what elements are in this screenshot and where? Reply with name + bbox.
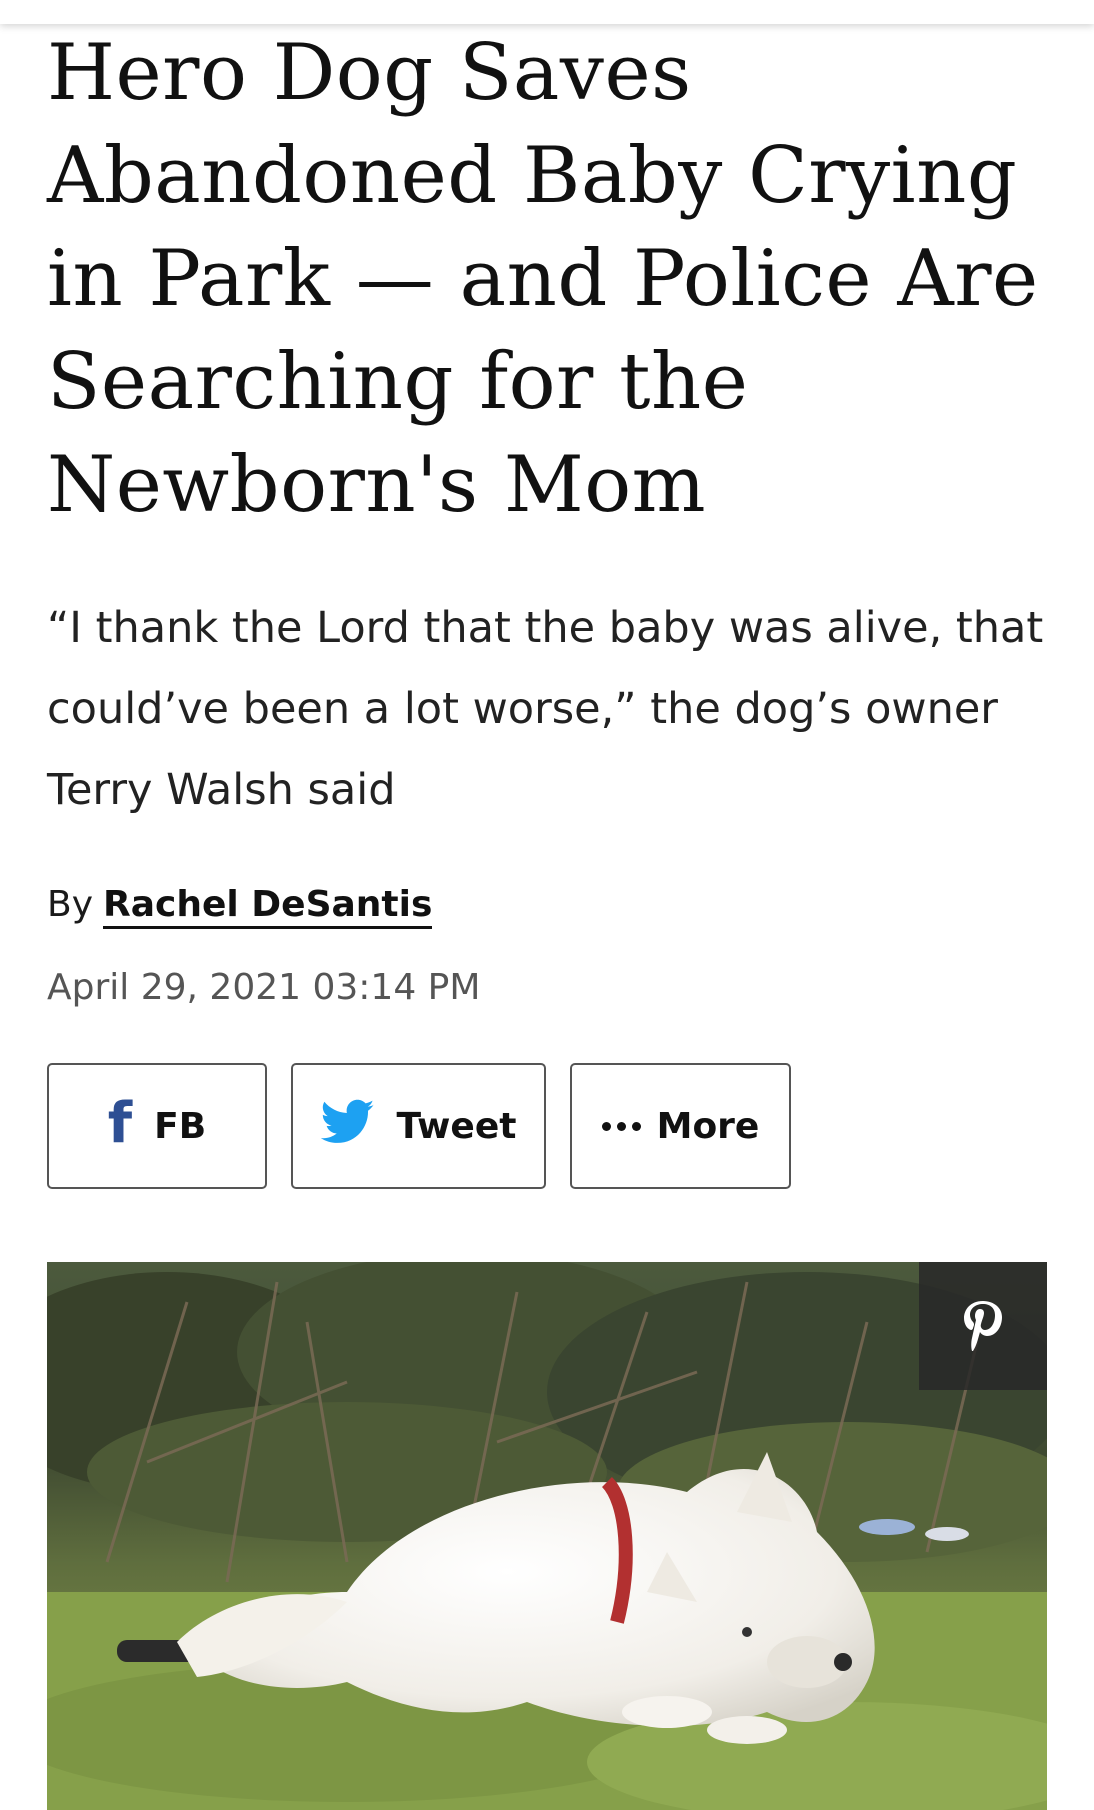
tweet-button[interactable]: Tweet [291, 1063, 546, 1189]
pinterest-icon [960, 1298, 1006, 1354]
facebook-share-button[interactable]: f FB [47, 1063, 267, 1189]
facebook-icon: f [107, 1091, 133, 1156]
top-navigation-bar [0, 0, 1094, 24]
more-label: More [656, 1105, 760, 1147]
twitter-bird-icon [320, 1099, 375, 1154]
article-headline: Hero Dog Saves Abandoned Baby Crying in … [47, 28, 1039, 530]
tweet-label: Tweet [396, 1105, 517, 1147]
ellipsis-icon [601, 1121, 641, 1131]
author-link[interactable]: Rachel DeSantis [103, 884, 433, 929]
share-buttons: f FB Tweet More [47, 1063, 791, 1189]
pinterest-save-button[interactable] [919, 1262, 1047, 1390]
article-photo-dog [47, 1262, 1047, 1810]
byline-prefix: By [47, 884, 94, 925]
more-share-button[interactable]: More [570, 1063, 791, 1189]
publish-date: April 29, 2021 03:14 PM [47, 967, 481, 1008]
article-dek: “I thank the Lord that the baby was aliv… [47, 603, 1044, 815]
facebook-share-label: FB [154, 1105, 207, 1147]
byline: By Rachel DeSantis [47, 880, 433, 930]
